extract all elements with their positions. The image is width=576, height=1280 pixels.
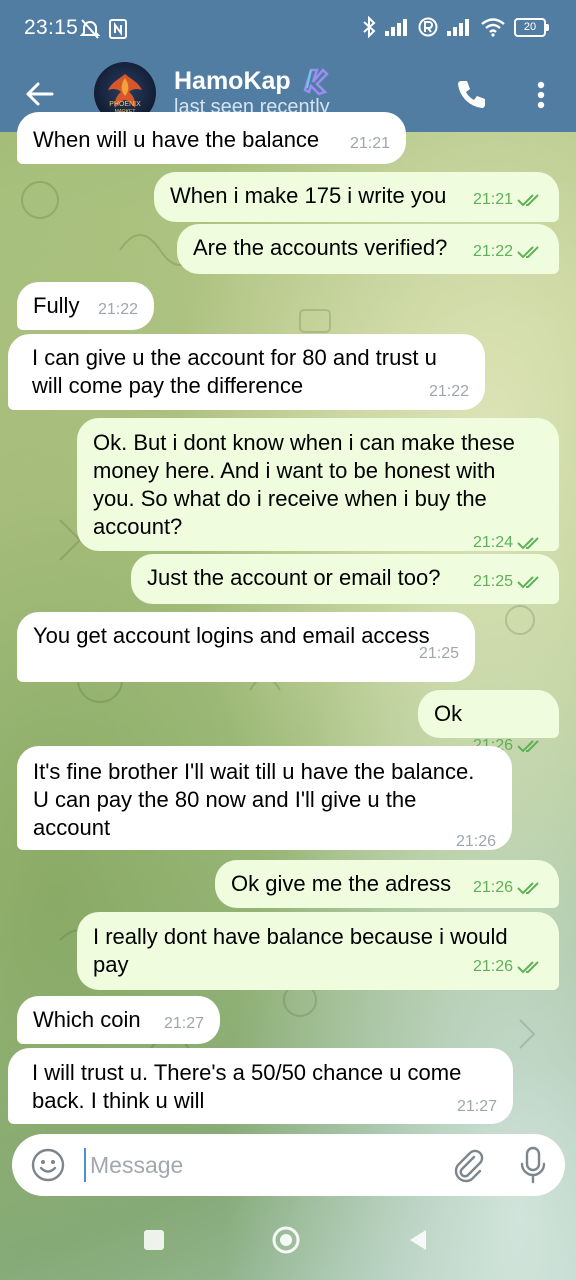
recents-square-icon[interactable] (138, 1224, 170, 1256)
message-text: Ok. But i dont know when i can make thes… (93, 430, 515, 539)
message-bubble-outgoing[interactable]: Are the accounts verified? 21:22 (177, 224, 559, 274)
message-bubble-incoming[interactable]: Fully 21:22 (17, 282, 154, 330)
double-check-icon (517, 194, 539, 207)
message-time: 21:21 (349, 135, 390, 152)
signal-icon (385, 19, 407, 36)
message-text: Ok give me the adress (231, 871, 452, 896)
message-bubble-outgoing[interactable]: Just the account or email too? 21:25 (131, 554, 559, 604)
message-bubble-outgoing[interactable]: I really dont have balance because i wou… (77, 912, 559, 990)
message-composer (12, 1134, 565, 1196)
message-bubble-outgoing[interactable]: Ok. But i dont know when i can make thes… (77, 418, 559, 551)
bell-off-icon (80, 19, 100, 39)
message-meta: 21:21 (350, 134, 390, 154)
phone-icon[interactable] (452, 76, 490, 114)
double-check-icon (517, 961, 539, 974)
message-time: 21:24 (472, 534, 513, 551)
double-check-icon (517, 740, 539, 753)
message-time: 21:25 (418, 645, 459, 662)
message-text: When will u have the balance (33, 127, 320, 152)
message-bubble-incoming[interactable]: It's fine brother I'll wait till u have … (17, 746, 512, 850)
status-time: 23:15 (24, 16, 79, 39)
message-bubble-incoming[interactable]: You get account logins and email access … (17, 612, 475, 682)
message-time: 21:22 (472, 243, 513, 260)
microphone-icon[interactable] (517, 1145, 549, 1185)
message-meta: 21:26 (45, 832, 496, 852)
message-time: 21:25 (472, 573, 513, 590)
system-navigation-bar (0, 1198, 576, 1280)
message-text: You get account logins and email access (33, 623, 430, 648)
bluetooth-icon (363, 16, 376, 38)
message-meta: 21:25 (473, 572, 543, 592)
message-bubble-outgoing[interactable]: Ok 21:26 (418, 690, 559, 754)
message-time: 21:26 (472, 958, 513, 975)
battery-indicator: 20 (514, 17, 549, 37)
message-text: It's fine brother I'll wait till u have … (33, 759, 475, 840)
message-time: 21:27 (163, 1015, 204, 1032)
message-text: Fully (33, 293, 80, 318)
back-triangle-icon[interactable] (402, 1224, 434, 1256)
message-bubble-outgoing[interactable]: When i make 175 i write you 21:21 (154, 172, 559, 222)
message-bubble-incoming[interactable]: I will trust u. There's a 50/50 chance u… (8, 1048, 513, 1124)
message-meta: 21:22 (98, 300, 138, 320)
message-meta: 21:22 (473, 242, 543, 262)
message-meta: 21:26 (473, 878, 543, 898)
status-bar: 23:15 20 (0, 0, 576, 58)
message-bubble-outgoing[interactable]: Ok give me the adress 21:26 (215, 860, 559, 908)
message-bubble-incoming[interactable]: I can give u the account for 80 and trus… (8, 334, 485, 410)
status-system-icons: 20 (362, 16, 549, 38)
roaming-icon (418, 17, 438, 37)
nfc-icon (109, 19, 127, 39)
message-time: 21:22 (428, 383, 469, 400)
wifi-icon (481, 18, 505, 37)
contact-name-text: HamoKap (174, 66, 291, 95)
double-check-icon (517, 576, 539, 589)
message-text: Which coin (33, 1007, 141, 1032)
message-time: 21:26 (472, 879, 513, 896)
double-check-icon (517, 246, 539, 259)
message-meta: 21:26 (105, 957, 543, 977)
custom-emoji-status-icon (303, 68, 329, 96)
message-input[interactable] (84, 1148, 450, 1182)
message-meta: 21:21 (473, 190, 543, 210)
double-check-icon (517, 537, 539, 550)
contact-name[interactable]: HamoKap (174, 64, 331, 98)
double-check-icon (517, 882, 539, 895)
message-meta: 21:27 (164, 1014, 204, 1034)
message-time: 21:21 (472, 191, 513, 208)
signal-icon-2 (447, 19, 469, 36)
message-text: Are the accounts verified? (193, 235, 448, 260)
message-time: 21:27 (456, 1098, 497, 1115)
more-vert-icon[interactable] (524, 76, 558, 114)
message-time: 21:22 (97, 301, 138, 318)
paperclip-icon[interactable] (450, 1147, 486, 1183)
home-circle-icon[interactable] (270, 1224, 302, 1256)
message-text: Just the account or email too? (147, 565, 441, 590)
message-bubble-incoming[interactable]: Which coin 21:27 (17, 996, 220, 1044)
smile-icon[interactable] (30, 1147, 66, 1183)
message-text: When i make 175 i write you (170, 183, 447, 208)
message-bubble-incoming[interactable]: When will u have the balance 21:21 (17, 112, 406, 164)
status-notification-icons (80, 18, 128, 40)
back-arrow-icon[interactable] (22, 76, 58, 112)
message-text: Ok (434, 701, 463, 726)
message-time: 21:26 (455, 833, 496, 850)
svg-text:PHOENIX: PHOENIX (109, 101, 141, 108)
